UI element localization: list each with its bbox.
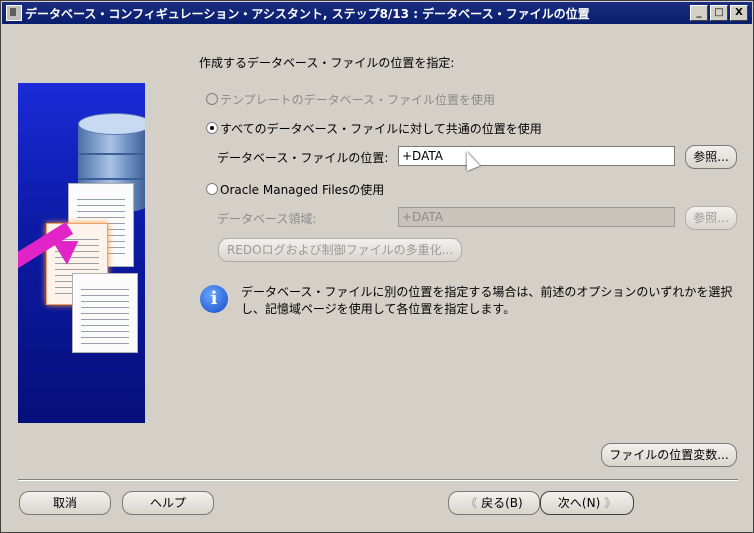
multiplex-button[interactable]: REDOログおよび制御ファイルの多重化... <box>218 238 462 262</box>
radio-omf[interactable] <box>206 183 218 195</box>
wizard-illustration <box>18 83 145 423</box>
dialog-window: データベース・コンフィギュレーション・アシスタント, ステップ8/13 : デー… <box>0 0 754 533</box>
radio-omf-label: Oracle Managed Filesの使用 <box>220 183 385 197</box>
radio-common-location[interactable] <box>206 122 218 134</box>
browse-button-disabled[interactable]: 参照... <box>685 206 737 230</box>
db-area-input[interactable]: +DATA <box>398 207 675 227</box>
page-heading: 作成するデータベース・ファイルの位置を指定: <box>199 56 455 70</box>
footer-separator <box>18 479 738 481</box>
window-controls: _ □ X <box>690 5 748 21</box>
file-location-variables-button[interactable]: ファイルの位置変数... <box>601 443 737 467</box>
close-button[interactable]: X <box>730 5 748 21</box>
maximize-button[interactable]: □ <box>710 5 728 21</box>
cancel-button[interactable]: 取消 <box>19 491 111 515</box>
browse-button[interactable]: 参照... <box>685 145 737 169</box>
back-button[interactable]: 《 戻る(B) <box>448 491 540 515</box>
radio-template-location-label: テンプレートのデータベース・ファイル位置を使用 <box>220 93 496 107</box>
title-bar[interactable]: データベース・コンフィギュレーション・アシスタント, ステップ8/13 : デー… <box>2 2 752 24</box>
file-location-input[interactable]: +DATA <box>398 146 675 166</box>
app-icon <box>6 5 22 21</box>
chevron-left-icon: 《 <box>465 496 478 510</box>
help-button[interactable]: ヘルプ <box>122 491 214 515</box>
info-message: データベース・ファイルに別の位置を指定する場合は、前述のオプションのいずれかを選… <box>241 285 733 316</box>
file-location-label: データベース・ファイルの位置: <box>217 151 389 165</box>
radio-template-location[interactable] <box>206 93 218 105</box>
db-area-label: データベース領域: <box>217 212 317 226</box>
document-icon <box>72 273 138 353</box>
next-button-label: 次へ(N) <box>557 496 601 510</box>
window-title: データベース・コンフィギュレーション・アシスタント, ステップ8/13 : デー… <box>25 6 590 21</box>
minimize-button[interactable]: _ <box>690 5 708 21</box>
next-button[interactable]: 次へ(N) 》 <box>540 491 634 515</box>
chevron-right-icon: 》 <box>604 496 617 510</box>
info-icon: i <box>200 285 228 313</box>
back-button-label: 戻る(B) <box>481 496 523 510</box>
radio-common-location-label: すべてのデータベース・ファイルに対して共通の位置を使用 <box>220 122 542 136</box>
